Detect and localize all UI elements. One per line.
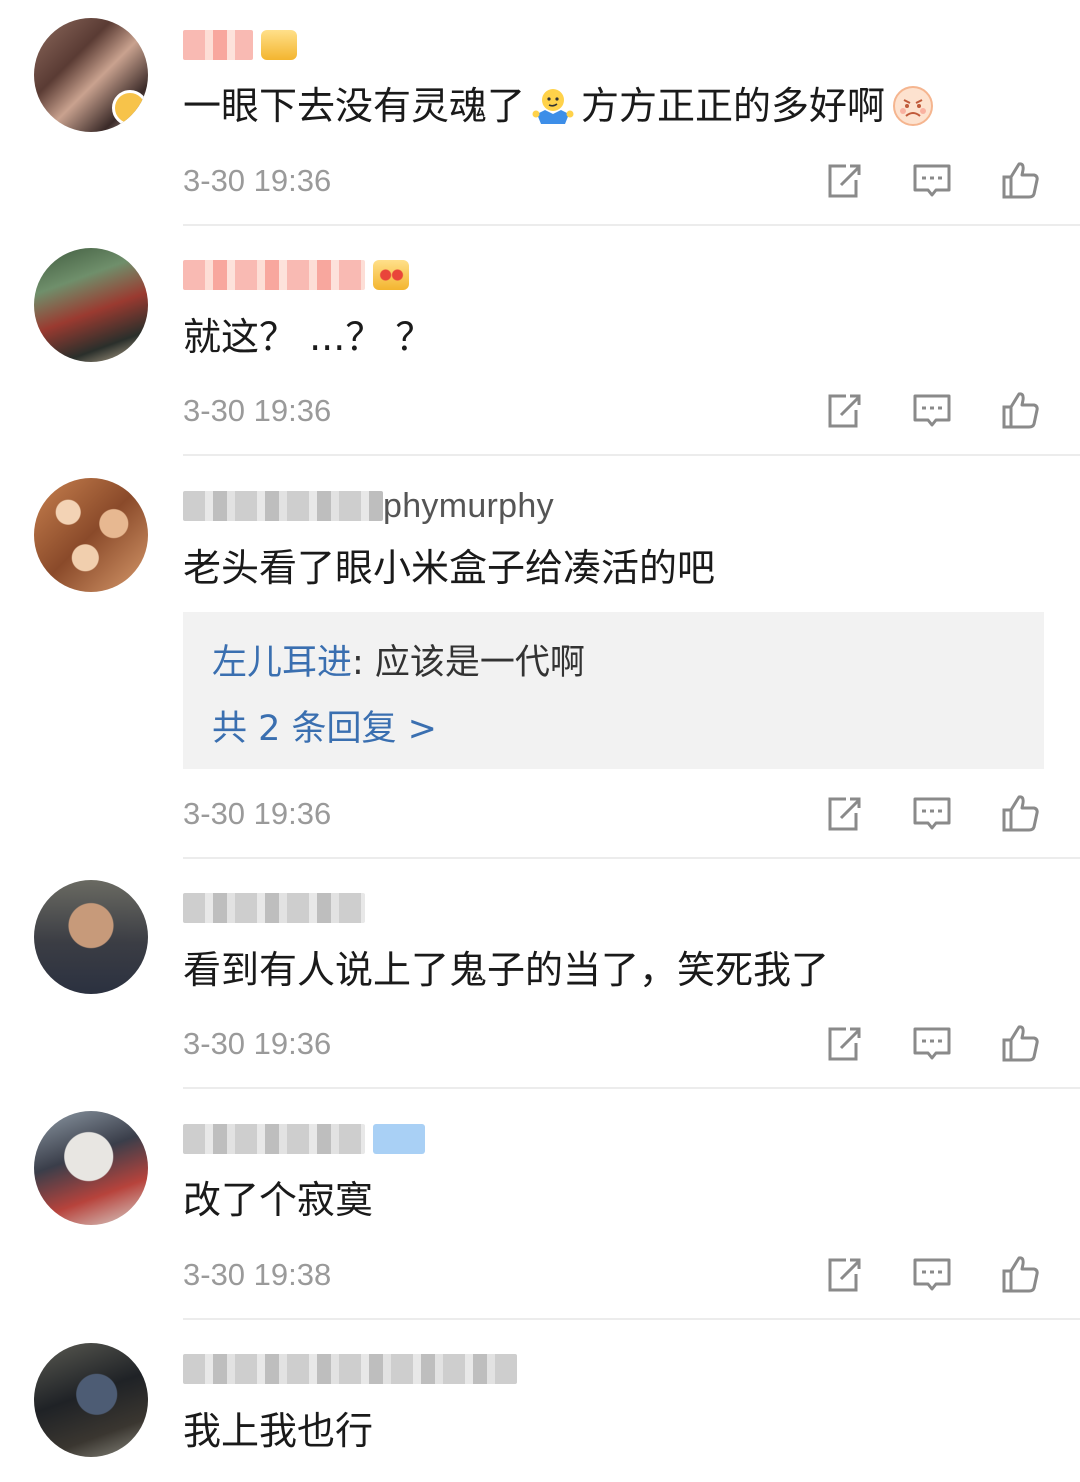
avatar[interactable] <box>34 1111 148 1225</box>
angry-face-emoji-icon <box>893 86 934 126</box>
avatar[interactable] <box>34 478 148 592</box>
username-blurred <box>183 893 365 923</box>
action-bar <box>820 1252 1050 1296</box>
avatar-badge <box>112 90 148 126</box>
username[interactable] <box>183 1122 425 1156</box>
action-bar <box>820 1021 1050 1065</box>
comment-text: 就这？ ...？ ？ <box>183 315 434 359</box>
thumbs-up-icon[interactable] <box>998 791 1042 835</box>
comment-icon[interactable] <box>910 388 954 432</box>
timestamp: 3-30 19:36 <box>183 1026 332 1061</box>
comment-icon[interactable] <box>910 791 954 835</box>
share-icon[interactable] <box>822 791 866 835</box>
comment-text: 一眼下去没有灵魂了 方方正正的多好啊 <box>183 82 941 130</box>
share-icon[interactable] <box>822 1252 866 1296</box>
comment-text: 我上我也行 <box>183 1409 374 1453</box>
username-blurred <box>183 1354 517 1384</box>
comment-icon[interactable] <box>910 1252 954 1296</box>
reply-line: 左儿耳进: 应该是一代啊 <box>212 634 585 685</box>
avatar[interactable] <box>34 248 148 362</box>
shrug-emoji-icon <box>532 89 574 124</box>
username-blurred <box>183 260 365 290</box>
avatar[interactable] <box>34 1343 148 1457</box>
reply-username[interactable]: 左儿耳进 <box>212 643 352 683</box>
username[interactable] <box>183 891 365 925</box>
username[interactable] <box>183 28 297 62</box>
timestamp: 3-30 19:36 <box>183 796 332 831</box>
action-bar <box>820 158 1050 202</box>
share-icon[interactable] <box>822 158 866 202</box>
timestamp: 3-30 19:36 <box>183 163 332 198</box>
divider <box>183 1087 1080 1089</box>
username-blurred <box>183 491 383 521</box>
divider <box>183 1318 1080 1320</box>
avatar[interactable] <box>34 18 148 132</box>
timestamp: 3-30 19:36 <box>183 393 332 428</box>
comment-icon[interactable] <box>910 158 954 202</box>
thumbs-up-icon[interactable] <box>998 1252 1042 1296</box>
timestamp: 3-30 19:38 <box>183 1257 332 1292</box>
thumbs-up-icon[interactable] <box>998 1021 1042 1065</box>
thumbs-up-icon[interactable] <box>998 388 1042 432</box>
comment-text: 改了个寂寞 <box>183 1178 374 1222</box>
share-icon[interactable] <box>822 388 866 432</box>
username-blurred <box>183 30 253 60</box>
view-replies-link[interactable]: 共 2 条回复 > <box>212 700 437 751</box>
member-badge-icon <box>373 260 409 290</box>
avatar[interactable] <box>34 880 148 994</box>
action-bar <box>820 791 1050 835</box>
username[interactable]: phymurphy <box>183 487 554 525</box>
username[interactable] <box>183 1352 517 1386</box>
member-badge-icon <box>261 30 297 60</box>
comment-text: 老头看了眼小米盒子给凑活的吧 <box>183 546 716 590</box>
comment-icon[interactable] <box>910 1021 954 1065</box>
username[interactable] <box>183 258 409 292</box>
reply-text: : 应该是一代啊 <box>352 643 585 683</box>
share-icon[interactable] <box>822 1021 866 1065</box>
divider <box>183 857 1080 859</box>
verified-badge-icon <box>373 1124 425 1154</box>
comment-text: 看到有人说上了鬼子的当了，笑死我了 <box>183 948 830 992</box>
action-bar <box>820 388 1050 432</box>
thumbs-up-icon[interactable] <box>998 158 1042 202</box>
divider <box>183 454 1080 456</box>
divider <box>183 224 1080 226</box>
reply-preview[interactable]: 左儿耳进: 应该是一代啊 共 2 条回复 > <box>183 612 1044 769</box>
username-blurred <box>183 1124 365 1154</box>
